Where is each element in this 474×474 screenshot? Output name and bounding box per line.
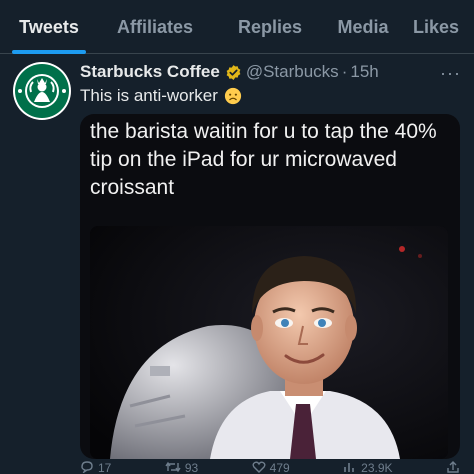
views-count: 23.9K [361,461,393,474]
more-horizontal-icon[interactable]: ··· [440,63,461,84]
retweet-icon [165,461,181,474]
tweet-media[interactable]: the barista waitin for u to tap the 40% … [80,114,460,459]
handle[interactable]: @Starbucks [246,62,339,82]
tab-media[interactable]: Media [328,0,398,54]
like-count: 479 [269,461,290,474]
avatar[interactable] [13,62,71,120]
timestamp[interactable]: 15h [350,62,378,82]
tweet-actions: 17 93 479 23.9K [80,460,460,474]
reply-count: 17 [98,461,112,474]
tab-likes[interactable]: Likes [398,0,474,54]
like-icon [252,461,266,474]
retweet-count: 93 [184,461,199,474]
profile-tabs: Tweets Affiliates Replies Media Likes [0,0,474,54]
display-name[interactable]: Starbucks Coffee [80,62,220,82]
reply-button[interactable]: 17 [80,460,112,474]
tab-affiliates[interactable]: Affiliates [98,0,212,54]
tweet-text: This is anti-worker [80,86,242,106]
animatronic-man-figure-image [90,226,448,459]
tab-replies[interactable]: Replies [212,0,328,54]
starbucks-logo-icon [15,64,69,118]
tweet-text-content: This is anti-worker [80,86,218,105]
share-icon [446,460,460,474]
tweet-header: Starbucks Coffee @Starbucks · 15h [80,61,470,83]
separator-dot: · [341,62,348,81]
retweet-button[interactable]: 93 [165,461,199,474]
tab-tweets[interactable]: Tweets [0,0,98,54]
views-icon [343,461,357,474]
reply-icon [80,460,94,474]
meme-caption: the barista waitin for u to tap the 40% … [90,120,437,199]
like-button[interactable]: 479 [252,461,290,474]
verified-badge-icon [225,64,242,81]
views-button[interactable]: 23.9K [343,461,393,474]
frowning-face-emoji [224,87,242,105]
share-button[interactable] [446,460,460,474]
